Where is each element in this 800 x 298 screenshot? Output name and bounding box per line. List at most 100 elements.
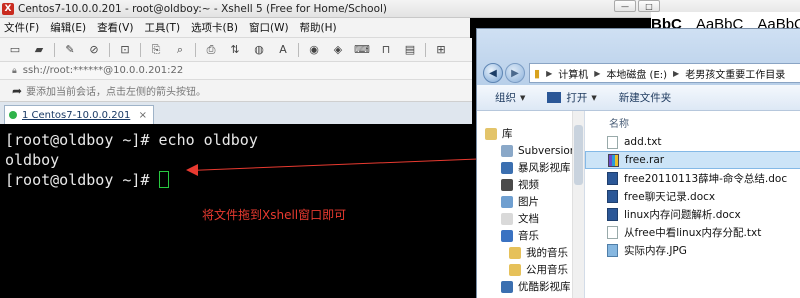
word-document-icon xyxy=(607,207,618,221)
lock-icon[interactable]: ⊓ xyxy=(377,42,395,58)
file-name: free.rar xyxy=(625,154,665,166)
folder-icon xyxy=(509,263,521,276)
compose-icon[interactable]: ⌨ xyxy=(353,42,371,58)
toolbar-divider xyxy=(425,42,426,57)
breadcrumb-item[interactable]: 本地磁盘 (E:) xyxy=(606,66,667,81)
file-row[interactable]: free聊天记录.docx xyxy=(585,187,800,205)
nav-item-label: 音乐 xyxy=(518,230,539,242)
menu-window[interactable]: 窗口(W) xyxy=(249,20,289,35)
globe-icon[interactable]: ◍ xyxy=(250,42,268,58)
font-icon[interactable]: A xyxy=(274,42,292,58)
explorer-window: ◀ ▶ ▮ ▶ 计算机 ▶ 本地磁盘 (E:) ▶ 老男孩文重要工作目录 组织 ▼… xyxy=(476,28,800,298)
arrow-bookmark-icon[interactable]: ➦ xyxy=(12,84,22,98)
chevron-right-icon: ▶ xyxy=(673,68,680,78)
menu-help[interactable]: 帮助(H) xyxy=(300,20,337,35)
menu-edit[interactable]: 编辑(E) xyxy=(50,20,86,35)
folder-icon: ▮ xyxy=(534,66,541,80)
toolbar-divider xyxy=(298,42,299,57)
session-tab-bar: 1 Centos7-10.0.0.201 × xyxy=(0,102,472,124)
properties-icon[interactable]: ⊡ xyxy=(116,42,134,58)
menu-file[interactable]: 文件(F) xyxy=(4,20,39,35)
session-tab[interactable]: 1 Centos7-10.0.0.201 × xyxy=(4,105,154,124)
nav-item-library[interactable]: 库 xyxy=(477,125,584,142)
toolbar-divider xyxy=(109,42,110,57)
dropdown-caret-icon: ▼ xyxy=(591,93,597,102)
breadcrumb-item[interactable]: 计算机 xyxy=(558,66,588,81)
terminal-cursor xyxy=(158,171,169,188)
nav-item-label: 优酷影视库 xyxy=(518,281,571,293)
nav-item-documents[interactable]: 文档 xyxy=(477,210,584,227)
script-icon[interactable]: ◉ xyxy=(305,42,323,58)
breadcrumb-item[interactable]: 老男孩文重要工作目录 xyxy=(685,66,785,81)
file-row[interactable]: free.rar xyxy=(585,151,800,169)
find-icon[interactable]: ⌕ xyxy=(171,42,189,58)
new-session-icon[interactable]: ▭ xyxy=(6,42,24,58)
copy-icon[interactable]: ⎘ xyxy=(147,42,165,58)
chevron-right-icon: ▶ xyxy=(546,68,553,78)
session-address[interactable]: ssh://root:******@10.0.0.201:22 xyxy=(23,65,183,76)
maximize-button[interactable]: □ xyxy=(638,0,660,12)
text-file-icon xyxy=(607,135,618,149)
file-row[interactable]: free20110113薛坤-命令总结.doc xyxy=(585,169,800,187)
file-row[interactable]: 实际内存.JPG xyxy=(585,241,800,259)
open-folder-icon[interactable]: ▰ xyxy=(30,42,48,58)
nav-scrollbar[interactable] xyxy=(572,111,584,298)
nav-item-label: 公用音乐 xyxy=(526,264,568,276)
session-hint-bar: ➦ 要添加当前会话，点击左侧的箭头按钮。 xyxy=(0,80,472,102)
subversion-icon xyxy=(501,144,513,157)
menu-tabs[interactable]: 选项卡(B) xyxy=(191,20,238,35)
nav-item-label: Subversion xyxy=(518,144,577,157)
word-document-icon xyxy=(607,189,618,203)
xftp-icon[interactable]: ◈ xyxy=(329,42,347,58)
video-library-icon xyxy=(501,161,513,174)
lock-small-icon: 🔒︎ xyxy=(12,65,17,76)
file-row[interactable]: 从free中看linux内存分配.txt xyxy=(585,223,800,241)
word-document-icon xyxy=(607,171,618,185)
address-bar: 🔒︎ ssh://root:******@10.0.0.201:22 xyxy=(0,62,472,80)
menu-view[interactable]: 查看(V) xyxy=(97,20,133,35)
nav-item-subversion[interactable]: Subversion xyxy=(477,142,584,159)
add-icon[interactable]: ⊞ xyxy=(432,42,450,58)
dropdown-caret-icon: ▼ xyxy=(520,93,526,102)
nav-item-youku[interactable]: 优酷影视库 xyxy=(477,278,584,295)
navigation-pane: 库 Subversion 暴风影视库 视频 图片 文档 音乐 我的音乐 公用音乐… xyxy=(477,111,585,298)
nav-item-music[interactable]: 音乐 xyxy=(477,227,584,244)
file-name: 实际内存.JPG xyxy=(624,244,687,257)
scrollbar-thumb[interactable] xyxy=(574,125,583,185)
drag-annotation: 将文件拖到Xshell窗口即可 xyxy=(202,208,347,222)
minimize-button[interactable]: — xyxy=(614,0,636,12)
menu-tools[interactable]: 工具(T) xyxy=(144,20,180,35)
toolbar-divider xyxy=(195,42,196,57)
organize-button[interactable]: 组织 ▼ xyxy=(495,90,525,105)
xshell-app-icon: X xyxy=(2,2,14,15)
disconnect-icon[interactable]: ⊘ xyxy=(85,42,103,58)
column-header-name[interactable]: 名称 xyxy=(585,111,800,133)
open-button[interactable]: 打开 ▼ xyxy=(547,90,597,105)
toolbar-divider xyxy=(140,42,141,57)
rar-archive-icon xyxy=(608,153,619,167)
nav-item-pictures[interactable]: 图片 xyxy=(477,193,584,210)
nav-item-public-music[interactable]: 公用音乐 xyxy=(477,261,584,278)
nav-item-baofeng[interactable]: 暴风影视库 xyxy=(477,159,584,176)
connect-icon[interactable]: ✎ xyxy=(61,42,79,58)
print-icon[interactable]: ⎙ xyxy=(202,42,220,58)
nav-item-videos[interactable]: 视频 xyxy=(477,176,584,193)
new-folder-button[interactable]: 新建文件夹 xyxy=(619,90,672,105)
close-tab-icon[interactable]: × xyxy=(139,110,147,121)
nav-item-label: 视频 xyxy=(518,179,539,191)
transfer-icon[interactable]: ⇅ xyxy=(226,42,244,58)
connected-status-icon xyxy=(9,111,17,119)
folder-icon xyxy=(509,246,521,259)
breadcrumb[interactable]: ▮ ▶ 计算机 ▶ 本地磁盘 (E:) ▶ 老男孩文重要工作目录 xyxy=(529,63,800,83)
forward-button[interactable]: ▶ xyxy=(505,63,525,83)
keyboard-icon[interactable]: ▤ xyxy=(401,42,419,58)
nav-item-my-music[interactable]: 我的音乐 xyxy=(477,244,584,261)
window-title: Centos7-10.0.0.201 - root@oldboy:~ - Xsh… xyxy=(18,2,388,15)
file-list: 名称 add.txt free.rar free20110113薛坤-命令总结.… xyxy=(585,111,800,298)
nav-item-label: 库 xyxy=(502,128,513,140)
file-row[interactable]: add.txt xyxy=(585,133,800,151)
text-file-icon xyxy=(607,225,618,239)
file-row[interactable]: linux内存问题解析.docx xyxy=(585,205,800,223)
organize-label: 组织 xyxy=(495,92,516,104)
back-button[interactable]: ◀ xyxy=(483,63,503,83)
